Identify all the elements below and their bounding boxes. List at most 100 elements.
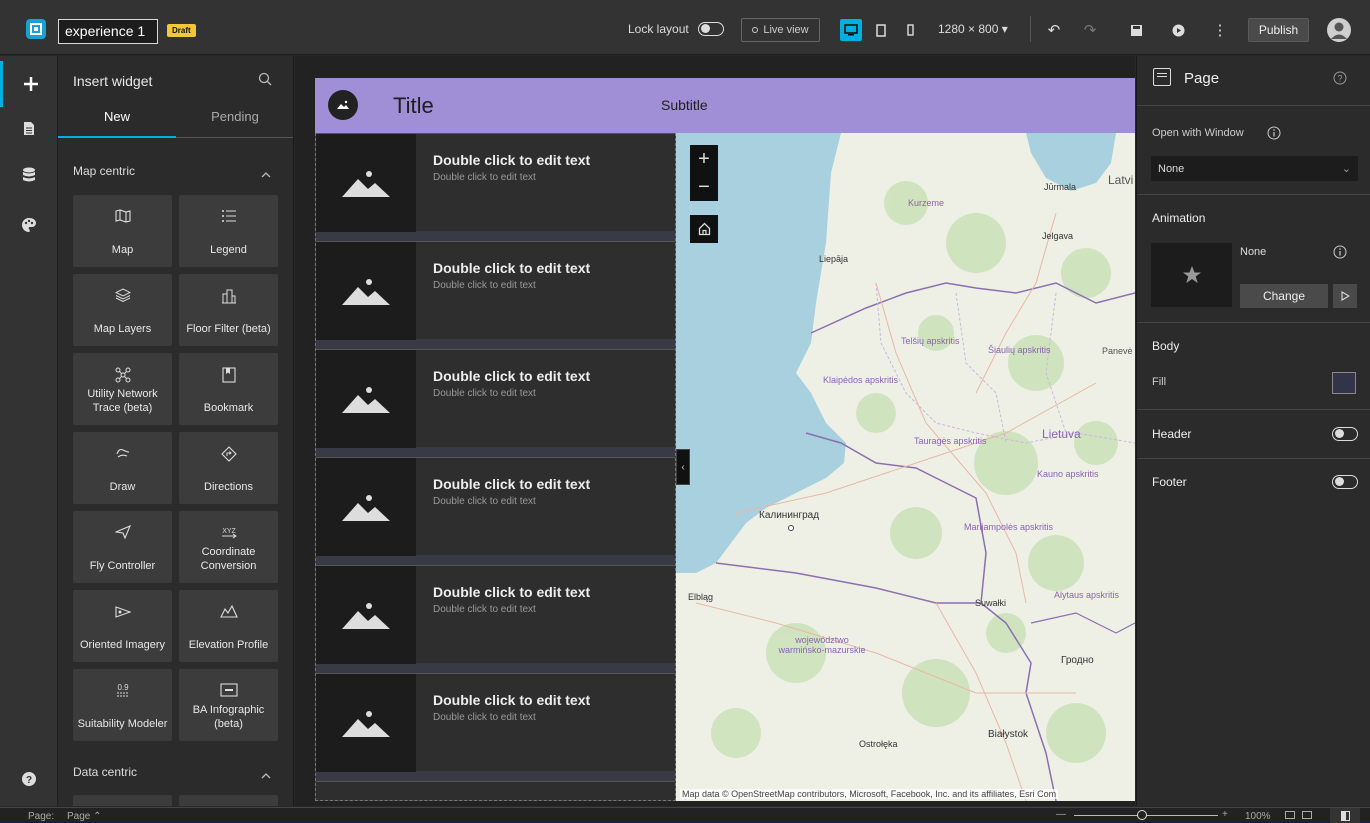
image-placeholder-icon[interactable] xyxy=(316,134,416,232)
list-item-subtitle[interactable]: Double click to edit text xyxy=(433,712,536,723)
undo-icon[interactable]: ↶ xyxy=(1044,20,1064,40)
header-label: Header xyxy=(1152,427,1192,441)
widget-card-partial[interactable] xyxy=(179,795,278,806)
widget-card-elevation-profile[interactable]: Elevation Profile xyxy=(179,590,278,662)
insert-widget-rail-button[interactable] xyxy=(0,61,58,107)
widget-card-floor-filter-beta[interactable]: Floor Filter (beta) xyxy=(179,274,278,346)
open-with-window-select[interactable]: None ⌄ xyxy=(1151,156,1358,181)
zoom-out-button[interactable]: − xyxy=(690,173,718,201)
lock-layout-toggle[interactable] xyxy=(698,22,724,36)
resolution-dropdown[interactable]: 1280 × 800 ▾ xyxy=(938,22,1008,36)
header-subtitle[interactable]: Subtitle xyxy=(661,97,708,113)
app-logo-icon[interactable] xyxy=(26,19,46,39)
page-rail-button[interactable] xyxy=(0,105,58,151)
theme-rail-button[interactable] xyxy=(0,202,58,248)
info-icon[interactable] xyxy=(1333,245,1347,259)
home-icon[interactable] xyxy=(690,215,718,243)
list-item[interactable]: Double click to edit text Double click to… xyxy=(316,241,675,340)
image-placeholder-icon[interactable] xyxy=(316,566,416,664)
list-item-subtitle[interactable]: Double click to edit text xyxy=(433,172,536,183)
header-title[interactable]: Title xyxy=(393,93,434,119)
widget-card-utility-network-trace-beta[interactable]: Utility Network Trace (beta) xyxy=(73,353,172,425)
left-rail: ? xyxy=(0,56,58,806)
widget-card-partial[interactable] xyxy=(73,795,172,806)
widget-card-ba-infographic-beta[interactable]: BA Infographic (beta) xyxy=(179,669,278,741)
panel-toggle-icon[interactable] xyxy=(1330,808,1360,823)
redo-icon[interactable]: ↷ xyxy=(1080,20,1100,40)
list-item-partial[interactable] xyxy=(316,781,675,800)
fill-color-swatch[interactable] xyxy=(1332,372,1356,394)
divider xyxy=(1137,458,1370,459)
fit-page-icon[interactable] xyxy=(1302,811,1312,819)
preview-icon[interactable] xyxy=(1168,20,1188,40)
tablet-device-button[interactable] xyxy=(870,19,892,41)
tab-pending[interactable]: Pending xyxy=(176,106,293,138)
tab-new[interactable]: New xyxy=(58,106,176,138)
map-widget[interactable]: + − Jūrmala Latvi Kurzeme Jelgava Liepāj… xyxy=(676,133,1135,801)
list-item[interactable]: Double click to edit text Double click to… xyxy=(316,349,675,448)
page-header[interactable]: Title Subtitle xyxy=(315,78,1135,133)
save-icon[interactable] xyxy=(1126,20,1146,40)
phone-device-button[interactable] xyxy=(899,19,921,41)
widget-card-draw[interactable]: Draw xyxy=(73,432,172,504)
widget-card-map-layers[interactable]: Map Layers xyxy=(73,274,172,346)
list-item-title[interactable]: Double click to edit text xyxy=(433,584,590,600)
widget-card-suitability-modeler[interactable]: 0.9 Suitability Modeler xyxy=(73,669,172,741)
play-animation-icon[interactable] xyxy=(1333,284,1357,308)
live-view-button[interactable]: Live view xyxy=(741,18,820,42)
page-selector[interactable]: Page ⌃ xyxy=(67,811,102,822)
list-item-title[interactable]: Double click to edit text xyxy=(433,368,590,384)
help-icon[interactable]: ? xyxy=(1333,71,1347,85)
widget-card-coordinate-conversion[interactable]: XYZ Coordinate Conversion xyxy=(179,511,278,583)
zoom-in-icon[interactable]: + xyxy=(1222,809,1228,820)
image-placeholder-icon[interactable] xyxy=(316,458,416,556)
header-toggle[interactable] xyxy=(1332,427,1358,441)
help-rail-button[interactable]: ? xyxy=(0,756,58,802)
collapse-handle[interactable]: ‹ xyxy=(676,449,690,485)
database-icon xyxy=(23,167,35,182)
list-widget[interactable]: Double click to edit text Double click to… xyxy=(315,133,676,801)
zoom-slider-handle[interactable] xyxy=(1137,810,1147,820)
publish-button[interactable]: Publish xyxy=(1248,18,1309,42)
list-item-subtitle[interactable]: Double click to edit text xyxy=(433,280,536,291)
list-item-subtitle[interactable]: Double click to edit text xyxy=(433,388,536,399)
zoom-out-icon[interactable]: — xyxy=(1056,809,1066,820)
list-item-title[interactable]: Double click to edit text xyxy=(433,152,590,168)
svg-text:XYZ: XYZ xyxy=(222,528,236,535)
desktop-device-button[interactable] xyxy=(840,19,862,41)
info-icon[interactable] xyxy=(1267,126,1281,140)
lock-layout-label: Lock layout xyxy=(628,22,689,36)
list-item-title[interactable]: Double click to edit text xyxy=(433,260,590,276)
widget-card-legend[interactable]: Legend xyxy=(179,195,278,267)
widget-card-bookmark[interactable]: Bookmark xyxy=(179,353,278,425)
more-options-icon[interactable]: ⋮ xyxy=(1210,20,1230,40)
widget-card-oriented-imagery[interactable]: Oriented Imagery xyxy=(73,590,172,662)
widget-card-fly-controller[interactable]: Fly Controller xyxy=(73,511,172,583)
footer-toggle[interactable] xyxy=(1332,475,1358,489)
list-item[interactable]: Double click to edit text Double click to… xyxy=(316,133,675,232)
search-icon[interactable] xyxy=(258,72,272,89)
user-avatar[interactable] xyxy=(1327,18,1351,42)
list-item[interactable]: Double click to edit text Double click to… xyxy=(316,673,675,772)
experience-title-input[interactable]: experience 1 xyxy=(58,19,158,44)
list-item-title[interactable]: Double click to edit text xyxy=(433,476,590,492)
image-placeholder-icon[interactable] xyxy=(316,350,416,448)
list-item-subtitle[interactable]: Double click to edit text xyxy=(433,604,536,615)
list-item-subtitle[interactable]: Double click to edit text xyxy=(433,496,536,507)
image-placeholder-icon[interactable] xyxy=(316,242,416,340)
change-animation-button[interactable]: Change xyxy=(1240,284,1328,308)
fit-width-icon[interactable] xyxy=(1285,811,1295,819)
data-rail-button[interactable] xyxy=(0,152,58,198)
header-image-icon[interactable] xyxy=(328,90,358,120)
chevron-up-icon[interactable] xyxy=(261,170,271,180)
image-placeholder-icon[interactable] xyxy=(316,674,416,772)
list-item-title[interactable]: Double click to edit text xyxy=(433,692,590,708)
list-item[interactable]: Double click to edit text Double click to… xyxy=(316,457,675,556)
zoom-in-button[interactable]: + xyxy=(690,145,718,173)
list-item[interactable]: Double click to edit text Double click to… xyxy=(316,565,675,664)
app-window: experience 1 Draft Lock layout Live view… xyxy=(0,0,1370,823)
widget-card-directions[interactable]: Directions xyxy=(179,432,278,504)
chevron-up-icon[interactable] xyxy=(261,771,271,781)
tablet-icon xyxy=(876,23,886,37)
widget-card-map[interactable]: Map xyxy=(73,195,172,267)
